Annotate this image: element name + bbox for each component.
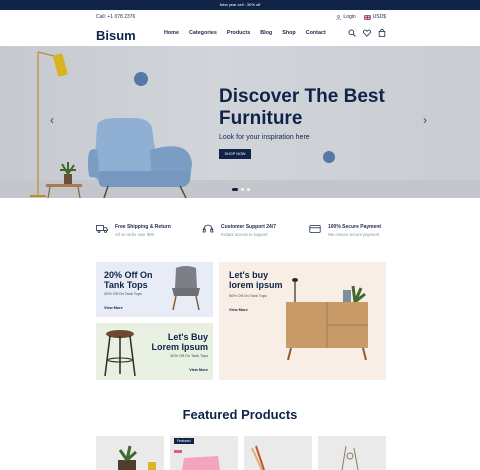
heart-icon[interactable]	[363, 29, 371, 37]
product-card[interactable]	[244, 436, 312, 470]
announcement-bar: New year sell : 30% off	[0, 0, 480, 10]
product-image	[341, 445, 359, 470]
nav-item-home[interactable]: Home	[164, 30, 179, 36]
feature-title: 100% Secure Payment	[328, 224, 382, 230]
search-icon[interactable]	[348, 29, 356, 37]
nav-item-shop[interactable]: Shop	[282, 30, 295, 36]
feature-subtitle: All on order over $99	[115, 232, 154, 237]
slide-dot-1[interactable]	[232, 188, 238, 191]
banner-title: Let's buy lorem ipsum	[229, 270, 283, 290]
banner-view-more-link[interactable]: View More	[104, 306, 123, 310]
contact-phone: Call: +1 078 2376	[96, 14, 136, 20]
banner-subtitle: 50% Off On Tank Tops	[229, 294, 267, 298]
nav-item-products[interactable]: Products	[227, 30, 250, 36]
nav-item-contact[interactable]: Contact	[306, 30, 326, 36]
armchair-image	[172, 266, 200, 311]
currency-selector[interactable]: USD$	[363, 14, 386, 20]
sideboard-image	[286, 278, 368, 361]
feature-support: Customer Support 24/7 Instant access to s…	[202, 224, 276, 238]
feature-title: Customer Support 24/7	[221, 224, 277, 230]
product-image	[174, 450, 220, 470]
feature-payment: 100% Secure Payment We ensure secure paym…	[309, 224, 381, 238]
shopping-bag-icon[interactable]	[378, 29, 386, 37]
product-image	[118, 445, 156, 470]
announcement-text: New year sell : 30% off	[219, 2, 261, 7]
feature-title: Free Shipping & Return	[115, 224, 171, 230]
currency-label: USD$	[372, 14, 386, 20]
hero-subtitle: Look for your inspiration here	[219, 134, 310, 141]
uk-flag-icon	[363, 14, 371, 20]
product-card[interactable]	[96, 436, 164, 470]
promo-banner-tank-tops[interactable]: 20% Off On Tank Tops 20% Off On Tank Top…	[96, 262, 213, 317]
user-icon	[336, 14, 342, 20]
nav-item-blog[interactable]: Blog	[260, 30, 272, 36]
login-link[interactable]: Login	[336, 14, 356, 20]
banner-title: 20% Off On Tank Tops	[104, 270, 153, 290]
feature-shipping: Free Shipping & Return All on order over …	[96, 224, 171, 238]
promo-banner-sideboard[interactable]: Let's buy lorem ipsum 50% Off On Tank To…	[219, 262, 386, 380]
utility-bar: Call: +1 078 2376 Login USD$	[96, 12, 386, 22]
banner-title: Let's Buy Lorem Ipsum	[151, 332, 208, 352]
featured-products-title: Featured Products	[182, 407, 298, 422]
product-card[interactable]	[318, 436, 386, 470]
banner-view-more-link[interactable]: View More	[148, 368, 208, 372]
main-header: Bisum Home Categories Products Blog Shop…	[96, 26, 386, 44]
bar-stool-image	[104, 330, 136, 377]
banner-view-more-link[interactable]: View More	[229, 308, 248, 312]
shop-now-button[interactable]: SHOP NOW	[219, 149, 251, 159]
slide-dot-3[interactable]	[247, 188, 250, 191]
product-card[interactable]: Featured	[170, 436, 238, 470]
banner-subtitle: 30% Off On Tank Tops	[170, 354, 208, 358]
product-image	[251, 445, 265, 470]
hero-prev-arrow[interactable]: ‹	[50, 113, 54, 127]
feature-subtitle: We ensure secure payment	[328, 232, 380, 237]
headset-icon	[202, 224, 214, 233]
banner-subtitle: 20% Off On Tank Tops	[104, 292, 142, 296]
hero-next-arrow[interactable]: ›	[423, 113, 427, 127]
slide-dot-2[interactable]	[241, 188, 244, 191]
feature-subtitle: Instant access to support	[221, 232, 268, 237]
promo-banner-lorem-ipsum[interactable]: Let's Buy Lorem Ipsum 30% Off On Tank To…	[96, 323, 213, 380]
slider-pagination	[232, 188, 250, 191]
feature-strip: Free Shipping & Return All on order over …	[96, 224, 386, 244]
login-label: Login	[343, 14, 356, 20]
hero-title: Discover The Best Furniture	[219, 86, 385, 129]
nav-item-categories[interactable]: Categories	[189, 30, 217, 36]
brand-logo[interactable]: Bisum	[96, 28, 136, 43]
credit-card-icon	[309, 225, 321, 233]
truck-icon	[96, 225, 108, 233]
main-nav: Home Categories Products Blog Shop Conta…	[164, 30, 326, 36]
